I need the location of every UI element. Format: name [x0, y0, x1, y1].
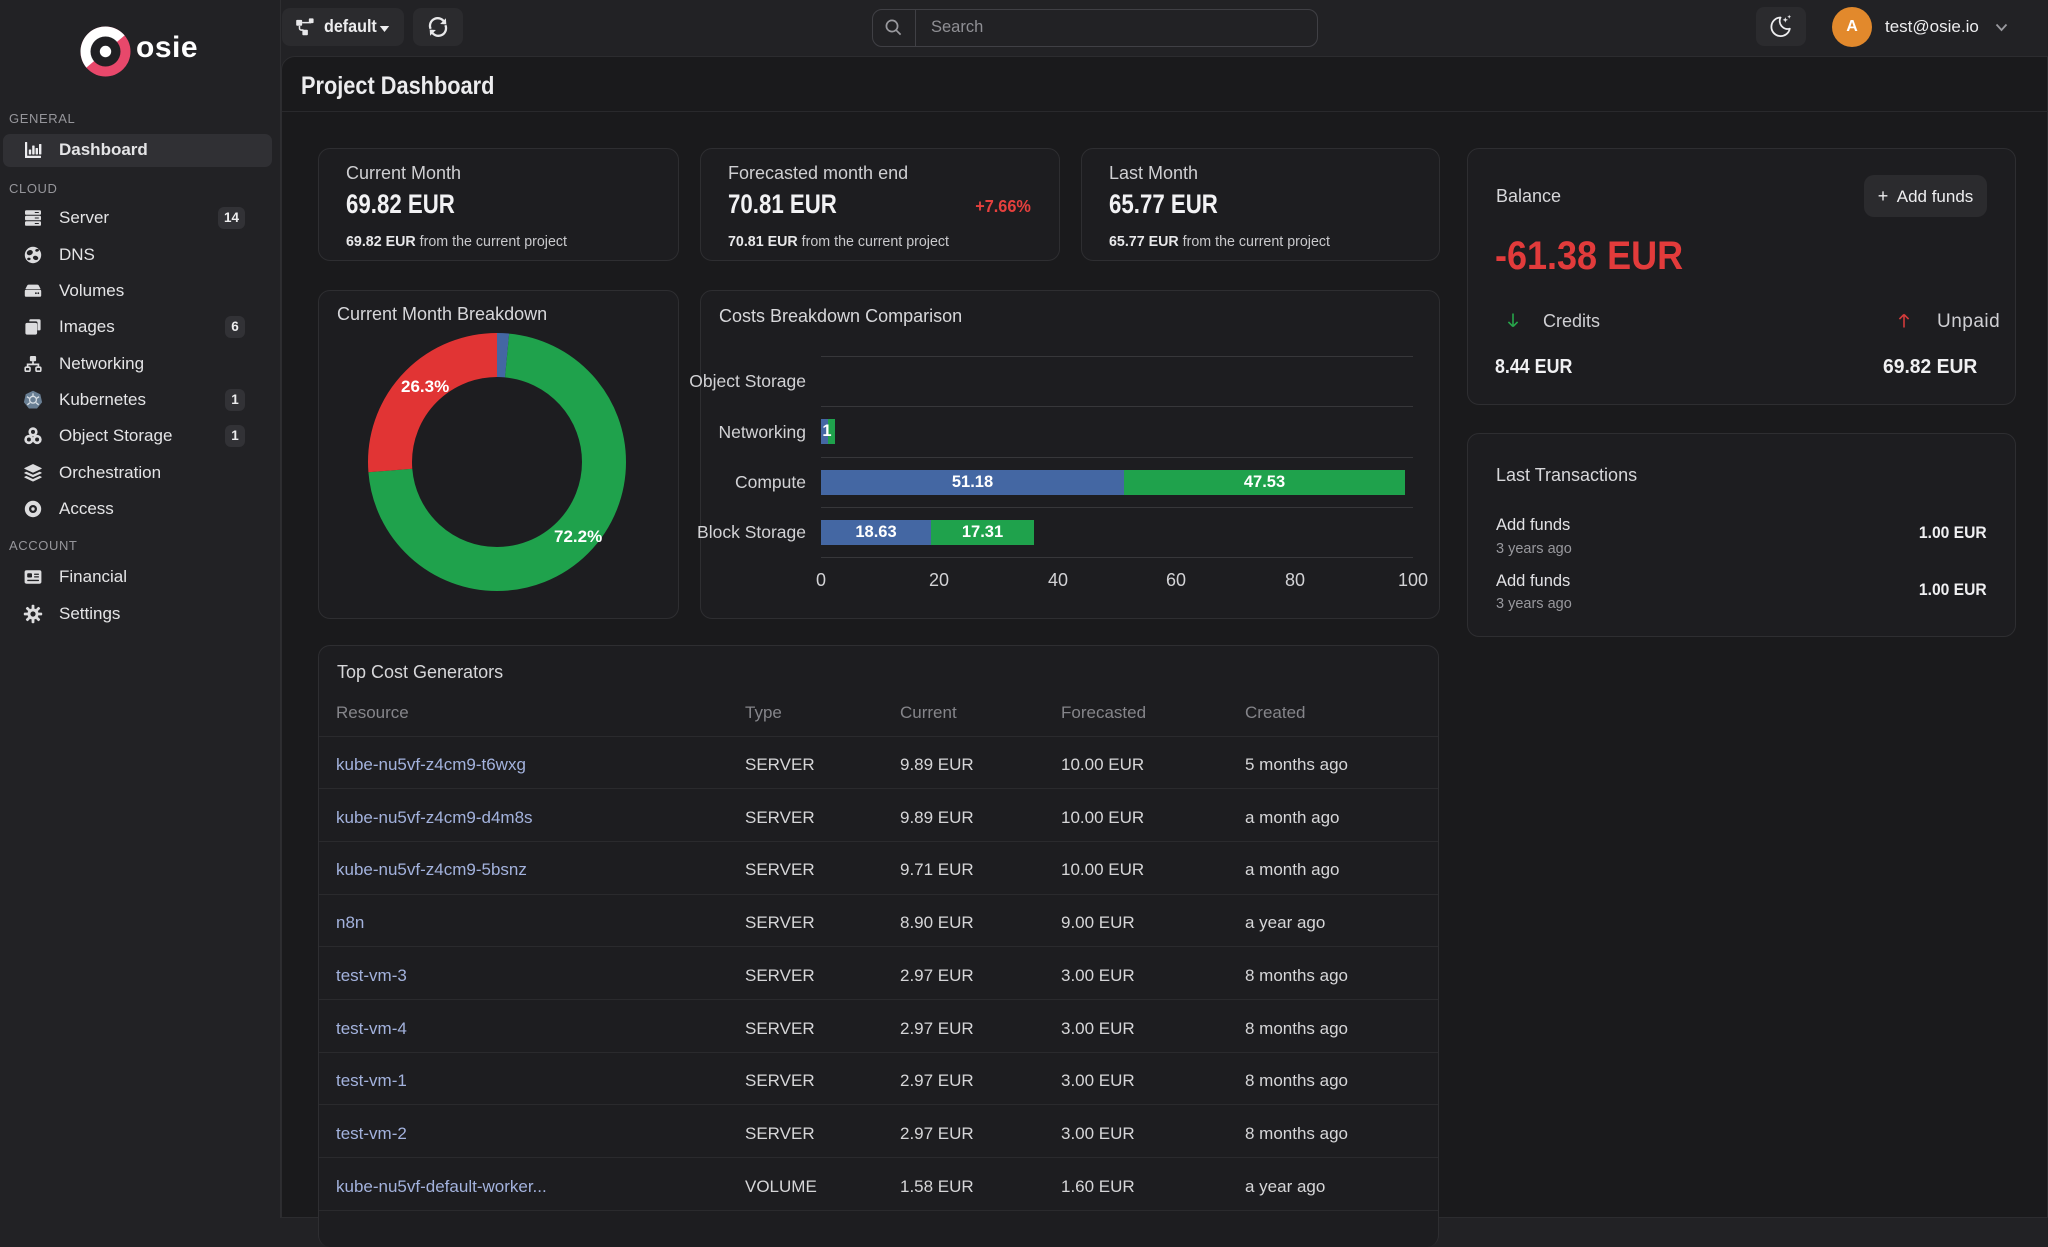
svg-text:72.2%: 72.2% [554, 527, 602, 546]
svg-text:26.3%: 26.3% [401, 377, 449, 396]
